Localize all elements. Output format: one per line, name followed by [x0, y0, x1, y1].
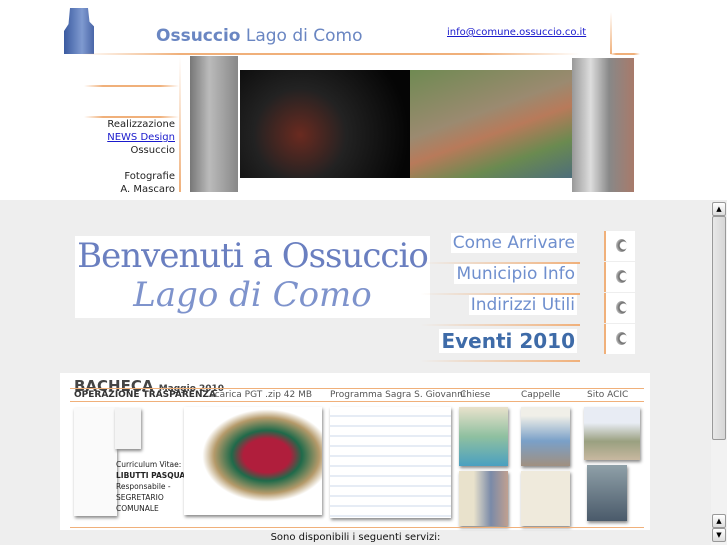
menu-municipio-info-button[interactable] — [604, 262, 635, 292]
welcome-line1: Benvenuti a Ossuccio — [77, 236, 429, 276]
credit-place: Ossuccio — [130, 145, 175, 156]
menu-indirizzi-utili-button[interactable] — [604, 293, 635, 323]
header-vertical-divider — [610, 12, 612, 54]
scroll-down-button[interactable]: ▼ — [712, 528, 726, 542]
photo-label: Fotografie — [124, 171, 175, 182]
menu-rule — [420, 360, 580, 362]
arrow-icon — [616, 270, 627, 283]
scrollbar-thumb[interactable] — [712, 216, 726, 440]
title-rest: Lago di Como — [240, 26, 363, 46]
menu-eventi-2010-button[interactable] — [604, 324, 635, 354]
title-bold: Ossuccio — [156, 26, 241, 46]
menu-municipio-info[interactable]: Municipio Info — [454, 264, 577, 284]
bacheca-rule — [70, 401, 644, 402]
services-heading: Sono disponibili i seguenti servizi: — [270, 532, 441, 543]
section-pgt-download[interactable]: scarica PGT .zip 42 MB — [210, 390, 312, 400]
acic-site-thumb[interactable] — [584, 407, 640, 460]
sidebar-rule-1 — [84, 85, 179, 87]
menu-eventi-2010[interactable]: Eventi 2010 — [439, 329, 577, 353]
pgt-map-thumb[interactable] — [184, 407, 322, 515]
arrow-icon — [616, 239, 627, 252]
header-divider — [80, 53, 580, 55]
news-design-link[interactable]: NEWS Design — [107, 131, 175, 144]
chiese-thumb-1[interactable] — [459, 407, 508, 466]
tower-logo — [64, 8, 94, 54]
section-chiese[interactable]: Chiese — [460, 390, 490, 400]
scroll-up-button-2[interactable]: ▲ — [712, 514, 726, 528]
banner-tower-right — [572, 58, 634, 192]
menu-come-arrivare[interactable]: Come Arrivare — [450, 233, 577, 253]
arrow-icon — [616, 332, 627, 345]
credit-label: Realizzazione — [107, 119, 175, 130]
acic-book-thumb[interactable] — [587, 465, 627, 521]
cappelle-thumb-2[interactable] — [521, 471, 570, 526]
banner-image — [180, 56, 634, 192]
email-link[interactable]: info@comune.ossuccio.co.it — [447, 27, 586, 38]
arrow-icon — [616, 301, 627, 314]
banner-aerial-view — [410, 70, 585, 178]
section-acic[interactable]: Sito ACIC — [587, 390, 628, 400]
section-trasparenza[interactable]: OPERAZIONE TRASPARENZA — [74, 390, 216, 400]
menu-indirizzi-utili[interactable]: Indirizzi Utili — [468, 295, 577, 315]
photo-author: A. Mascaro — [120, 184, 175, 195]
sagra-program-thumb[interactable] — [330, 407, 451, 518]
banner-tower-left — [190, 56, 238, 192]
chiese-thumb-2[interactable] — [459, 471, 508, 526]
scroll-up-button[interactable]: ▲ — [712, 202, 726, 216]
content-frame: Benvenuti a Ossuccio Lago di Como Come A… — [0, 200, 727, 545]
cv-thumb[interactable] — [115, 408, 141, 449]
welcome-banner: Benvenuti a Ossuccio Lago di Como — [75, 236, 430, 318]
welcome-line2: Lago di Como — [133, 275, 372, 315]
bacheca-board[interactable]: BACHECA Maggio 2010 OPERAZIONE TRASPAREN… — [60, 373, 650, 530]
trasparenza-thumb[interactable] — [74, 408, 117, 516]
section-sagra[interactable]: Programma Sagra S. Giovanni — [330, 390, 465, 400]
bacheca-rule — [70, 388, 644, 389]
credits: Realizzazione NEWS Design Ossuccio Fotog… — [107, 118, 175, 196]
section-cappelle[interactable]: Cappelle — [521, 390, 560, 400]
bacheca-rule — [70, 527, 644, 528]
site-title: Ossuccio Lago di Como — [156, 26, 363, 46]
vertical-scrollbar[interactable]: ▲ ▲ ▼ — [711, 202, 727, 545]
menu-come-arrivare-button[interactable] — [604, 231, 635, 261]
menu-rule — [420, 324, 580, 326]
cappelle-thumb-1[interactable] — [521, 407, 570, 466]
header-divider-right — [610, 53, 640, 55]
